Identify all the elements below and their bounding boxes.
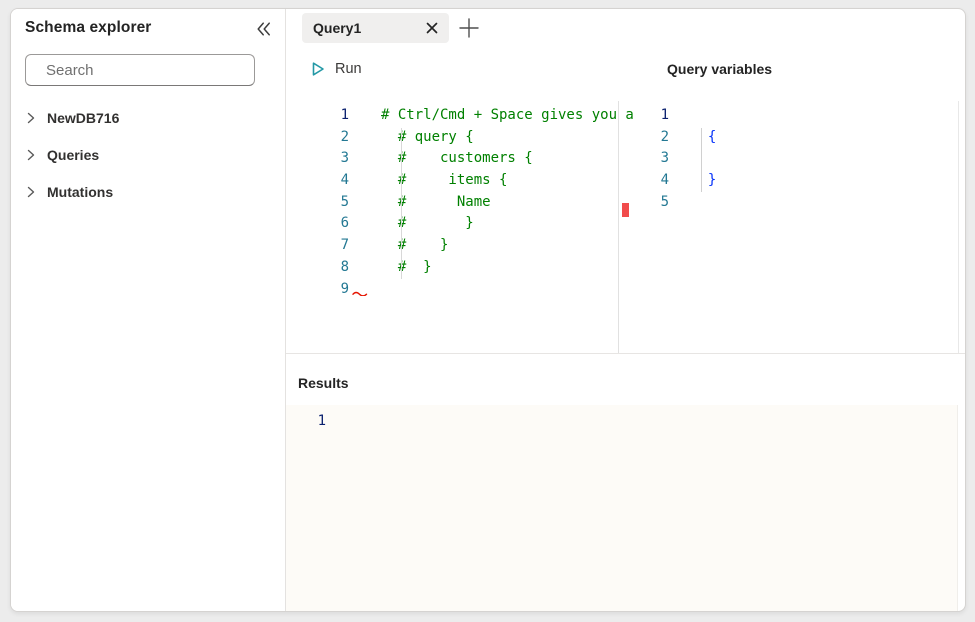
line-number: 2 (641, 127, 669, 149)
sidebar-item-mutations[interactable]: Mutations (11, 173, 284, 210)
results-divider (286, 353, 965, 354)
squiggle-error-icon (352, 290, 369, 296)
code-line: # } (381, 235, 633, 257)
new-tab-button[interactable] (455, 14, 483, 42)
sidebar-item-label: Queries (47, 147, 99, 163)
schema-explorer-title: Schema explorer (25, 19, 151, 37)
line-number: 1 (641, 105, 669, 127)
chevron-right-icon (27, 149, 35, 161)
sidebar-item-newdb716[interactable]: NewDB716 (11, 99, 284, 136)
code-line (691, 148, 931, 170)
line-number: 6 (311, 213, 349, 235)
tab-label: Query1 (313, 20, 361, 36)
overview-ruler-border (618, 101, 619, 353)
sidebar-item-label: Mutations (47, 184, 113, 200)
results-editor-gutter: 1 (296, 411, 326, 433)
line-number: 2 (311, 127, 349, 149)
results-editor[interactable] (286, 405, 958, 611)
tab-query1[interactable]: Query1 (302, 13, 449, 43)
code-line: # Ctrl/Cmd + Space gives you a (381, 105, 633, 127)
code-line (381, 279, 633, 301)
close-tab-button[interactable] (426, 22, 438, 34)
sidebar-item-label: NewDB716 (47, 110, 119, 126)
code-line: # customers { (381, 148, 633, 170)
collapse-sidebar-button[interactable] (251, 17, 275, 41)
code-line: # Name (381, 192, 633, 214)
line-number: 4 (311, 170, 349, 192)
code-line: # items { (381, 170, 633, 192)
query-editor-gutter: 1 2 3 4 5 6 7 8 9 (311, 105, 349, 300)
double-chevron-left-icon (255, 21, 272, 37)
line-number: 1 (311, 105, 349, 127)
line-number: 3 (311, 148, 349, 170)
variables-editor-gutter: 1 2 3 4 5 (641, 105, 669, 213)
code-line: } (691, 170, 931, 192)
results-title: Results (298, 375, 349, 391)
code-line: # query { (381, 127, 633, 149)
indent-guide (401, 128, 402, 279)
plus-icon (458, 17, 480, 39)
chevron-right-icon (27, 186, 35, 198)
line-number: 8 (311, 257, 349, 279)
query-editor[interactable]: # Ctrl/Cmd + Space gives you a # query {… (381, 105, 633, 300)
sidebar-item-queries[interactable]: Queries (11, 136, 284, 173)
query-variables-title: Query variables (667, 61, 772, 77)
code-line (691, 105, 931, 127)
play-icon (310, 61, 326, 77)
query-variables-editor[interactable]: { } (691, 105, 931, 213)
graphql-editor-card: Schema explorer NewDB716 (10, 8, 966, 612)
run-button[interactable]: Run (306, 55, 366, 83)
line-number: 5 (641, 192, 669, 214)
code-line: { (691, 127, 931, 149)
search-input[interactable] (44, 61, 247, 80)
code-line (691, 192, 931, 214)
line-number: 5 (311, 192, 349, 214)
schema-explorer-panel: Schema explorer NewDB716 (11, 9, 286, 611)
line-number: 9 (311, 279, 349, 301)
run-button-label: Run (335, 61, 362, 77)
close-icon (426, 22, 438, 34)
code-line: # } (381, 257, 633, 279)
chevron-right-icon (27, 112, 35, 124)
overview-ruler-border (958, 101, 959, 353)
line-number: 7 (311, 235, 349, 257)
line-number: 3 (641, 148, 669, 170)
code-line: # } (381, 213, 633, 235)
line-number: 4 (641, 170, 669, 192)
line-number: 1 (296, 411, 326, 433)
schema-tree: NewDB716 Queries Mutations (11, 99, 284, 210)
bracket-pair-guide (701, 128, 702, 192)
search-box[interactable] (25, 54, 255, 86)
error-overview-marker (622, 203, 629, 217)
